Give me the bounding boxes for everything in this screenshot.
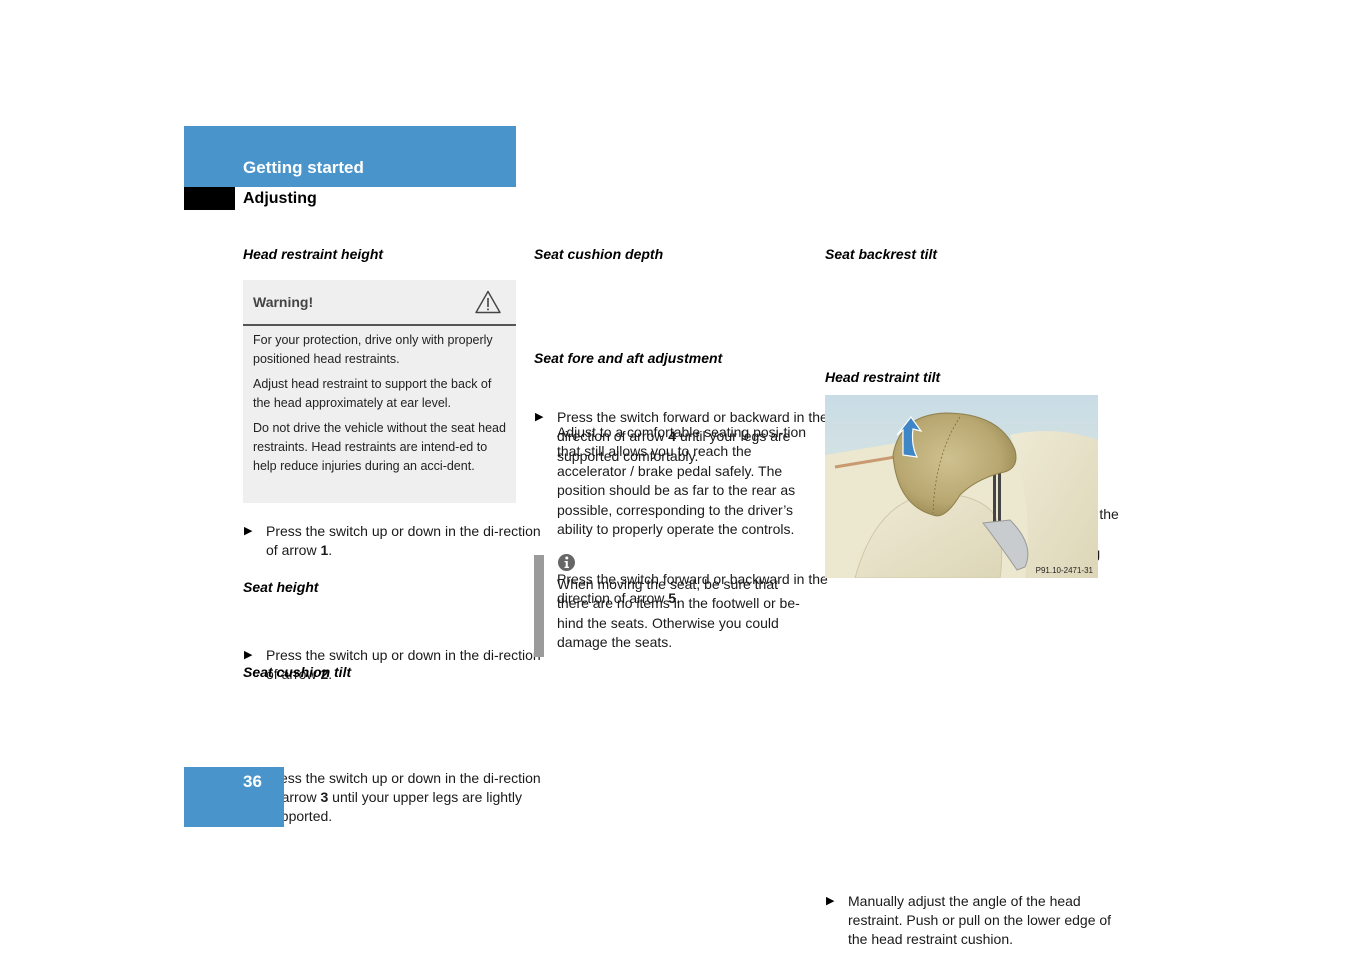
bullet-arrow-icon: ▶ — [535, 410, 544, 423]
head-restraint-illustration: P91.10-2471-31 — [825, 395, 1098, 578]
heading-seat-cushion-depth: Seat cushion depth — [534, 246, 664, 262]
bullet-arrow-icon: ▶ — [244, 525, 253, 537]
step-head-restraint-tilt: ▶ Manually adjust the angle of the head … — [825, 892, 1124, 950]
head-restraint-drawing: P91.10-2471-31 — [825, 395, 1098, 578]
info-text: When moving the seat, be sure that there… — [557, 576, 800, 651]
warning-paragraph: Adjust head restraint to support the bac… — [253, 377, 492, 410]
step-text: . — [328, 542, 333, 559]
warning-label: Warning! — [253, 294, 314, 310]
warning-paragraph: Do not drive the vehicle without the sea… — [253, 421, 506, 473]
step-text: Press the switch up or down in the di-re… — [266, 523, 541, 559]
heading-head-restraint-tilt: Head restraint tilt — [825, 369, 941, 385]
heading-head-restraint-height: Head restraint height — [243, 246, 384, 262]
info-bar — [534, 555, 544, 657]
step-seat-cushion-tilt: ▶ Press the switch up or down in the di-… — [243, 769, 541, 827]
heading-seat-backrest-tilt: Seat backrest tilt — [825, 246, 938, 262]
page-number-box — [184, 767, 284, 827]
info-icon — [558, 554, 575, 571]
warning-paragraph: For your protection, drive only with pro… — [253, 333, 493, 366]
section-title: Adjusting — [243, 190, 317, 207]
warning-header: Warning! — [243, 280, 516, 326]
step-head-restraint-height: ▶ Press the switch up or down in the di-… — [243, 522, 541, 561]
warning-triangle-icon — [475, 290, 501, 314]
heading-seat-cushion-tilt: Seat cushion tilt — [243, 664, 352, 680]
bullet-arrow-icon: ▶ — [244, 648, 253, 661]
heading-seat-fore-aft: Seat fore and aft adjustment — [534, 350, 723, 366]
step-text: Manually adjust the angle of the head re… — [848, 892, 1112, 948]
warning-box: Warning! For your protection, drive only… — [243, 280, 516, 503]
section-marker — [184, 187, 235, 210]
seat-fore-aft-note: Adjust to a comfortable seating posi-tio… — [557, 424, 807, 538]
page-number: 36 — [243, 772, 262, 791]
bullet-arrow-icon: ▶ — [826, 894, 835, 907]
image-caption: P91.10-2471-31 — [1036, 566, 1094, 575]
chapter-title: Getting started — [243, 158, 364, 177]
heading-seat-height: Seat height — [243, 579, 319, 595]
warning-body: For your protection, drive only with pro… — [243, 326, 516, 476]
